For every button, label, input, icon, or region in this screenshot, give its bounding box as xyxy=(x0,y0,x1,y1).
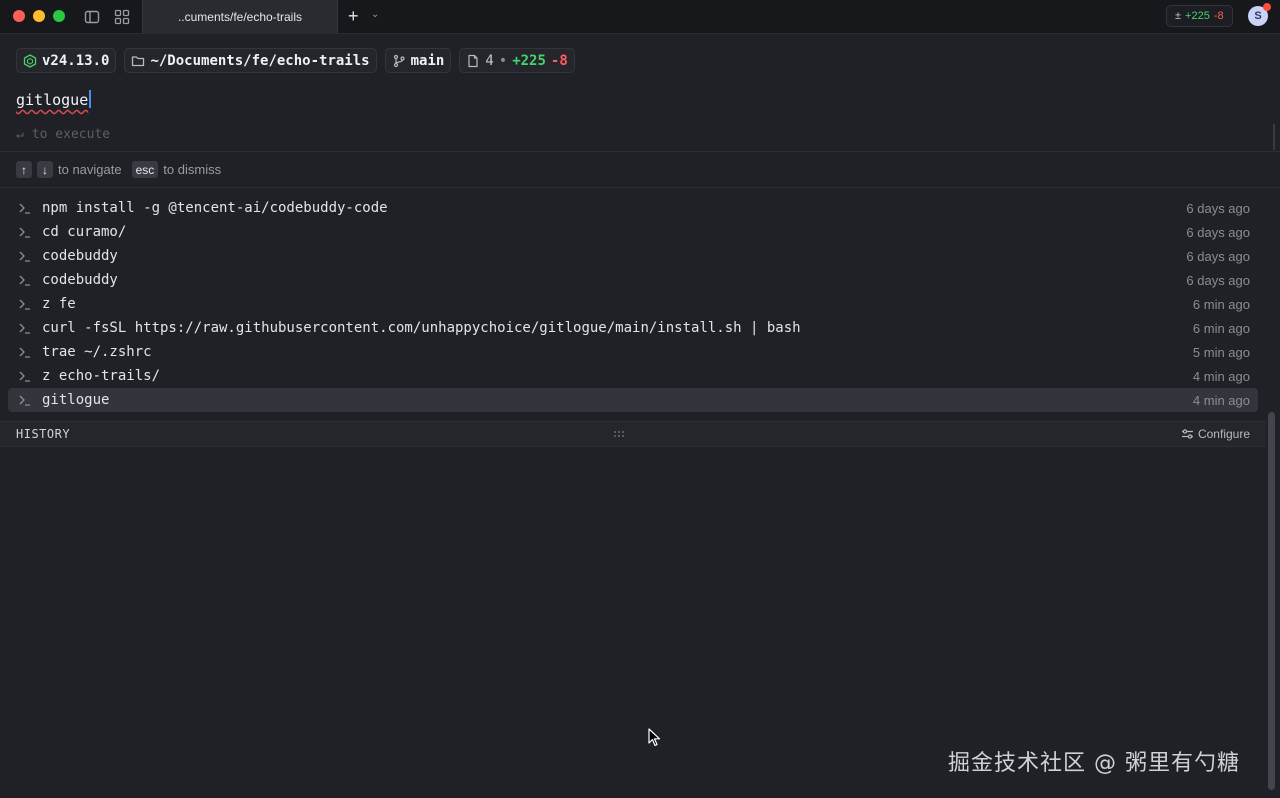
directory-chip[interactable]: ~/Documents/fe/echo-trails xyxy=(124,48,377,73)
scrollbar[interactable] xyxy=(1268,412,1275,790)
return-icon: ↵ xyxy=(16,127,24,142)
diff-stat-badge[interactable]: ± +225 -8 xyxy=(1166,5,1233,27)
terminal-prompt-icon xyxy=(19,203,30,214)
grid-view-icon[interactable] xyxy=(113,8,131,26)
directory-path: ~/Documents/fe/echo-trails xyxy=(150,52,370,69)
terminal-prompt-icon xyxy=(19,227,30,238)
maximize-window-button[interactable] xyxy=(53,10,65,22)
history-time: 6 min ago xyxy=(1192,320,1250,336)
history-panel-header: HISTORY Configure xyxy=(0,421,1266,447)
notification-dot xyxy=(1263,3,1271,11)
history-time: 4 min ago xyxy=(1192,392,1250,408)
history-time: 6 min ago xyxy=(1192,296,1250,312)
top-scrollbar[interactable] xyxy=(1273,124,1275,150)
history-time: 6 days ago xyxy=(1186,224,1250,240)
divider xyxy=(0,151,1280,152)
history-command: curl -fsSL https://raw.githubusercontent… xyxy=(42,320,801,336)
terminal-prompt-icon xyxy=(19,371,30,382)
history-row[interactable]: npm install -g @tencent-ai/codebuddy-cod… xyxy=(8,196,1258,220)
node-version-chip[interactable]: v24.13.0 xyxy=(16,48,117,73)
history-command: cd curamo/ xyxy=(42,224,127,240)
minimize-window-button[interactable] xyxy=(33,10,45,22)
title-bar: ..cuments/fe/echo-trails + ⌄ ± +225 -8 S xyxy=(0,0,1280,34)
terminal-prompt-icon xyxy=(19,323,30,334)
history-time: 6 days ago xyxy=(1186,248,1250,264)
configure-button[interactable]: Configure xyxy=(1181,427,1250,441)
execute-hint-text: to execute xyxy=(31,127,111,142)
history-row[interactable]: cd curamo/ 6 days ago xyxy=(8,220,1258,244)
terminal-prompt-icon xyxy=(19,299,30,310)
tab-title: ..cuments/fe/echo-trails xyxy=(177,10,303,24)
branch-chip[interactable]: main xyxy=(384,48,452,73)
branch-name: main xyxy=(410,52,445,69)
separator-dot: • xyxy=(498,52,508,69)
history-command: z echo-trails/ xyxy=(42,368,161,384)
watermark: 掘金技术社区 @ 粥里有勺糖 xyxy=(948,751,1240,776)
terminal-prompt-icon xyxy=(19,347,30,358)
history-command: gitlogue xyxy=(42,392,110,408)
command-input[interactable]: gitlogue xyxy=(16,90,92,109)
lines-added: +225 xyxy=(512,52,546,69)
history-time: 5 min ago xyxy=(1192,344,1250,360)
command-input-value: gitlogue xyxy=(16,91,89,109)
close-window-button[interactable] xyxy=(13,10,25,22)
navigation-hint: ↑ ↓ to navigate esc to dismiss xyxy=(16,161,221,178)
history-command: z fe xyxy=(42,296,76,312)
history-list: npm install -g @tencent-ai/codebuddy-cod… xyxy=(8,196,1258,412)
text-cursor xyxy=(89,90,92,108)
diff-added: +225 xyxy=(1185,10,1210,22)
history-time: 6 days ago xyxy=(1186,272,1250,288)
history-time: 4 min ago xyxy=(1192,368,1250,384)
diff-removed: -8 xyxy=(1213,10,1224,22)
configure-label: Configure xyxy=(1197,427,1250,441)
history-command: trae ~/.zshrc xyxy=(42,344,152,360)
history-command: npm install -g @tencent-ai/codebuddy-cod… xyxy=(42,200,388,216)
files-changed-count: 4 xyxy=(485,52,494,69)
drag-handle-icon[interactable] xyxy=(613,430,625,438)
up-arrow-key: ↑ xyxy=(16,161,32,178)
git-branch-icon xyxy=(393,54,405,67)
file-icon xyxy=(468,54,478,67)
diff-symbol: ± xyxy=(1175,10,1182,22)
dismiss-hint-text: to dismiss xyxy=(163,162,222,177)
history-time: 6 days ago xyxy=(1186,200,1250,216)
folder-icon xyxy=(132,55,145,66)
mouse-pointer-icon xyxy=(648,728,661,747)
terminal-prompt-icon xyxy=(19,395,30,406)
panel-title: HISTORY xyxy=(16,427,71,441)
history-command: codebuddy xyxy=(42,248,118,264)
terminal-prompt-icon xyxy=(19,251,30,262)
changes-chip[interactable]: 4 • +225 -8 xyxy=(459,48,575,73)
history-row[interactable]: trae ~/.zshrc 5 min ago xyxy=(8,340,1258,364)
divider xyxy=(0,187,1280,188)
terminal-prompt-icon xyxy=(19,275,30,286)
esc-key: esc xyxy=(131,161,159,178)
context-chips: v24.13.0 ~/Documents/fe/echo-trails main… xyxy=(16,48,575,73)
new-tab-plus-icon[interactable]: + xyxy=(348,6,359,26)
history-row[interactable]: z echo-trails/ 4 min ago xyxy=(8,364,1258,388)
navigate-hint-text: to navigate xyxy=(58,162,122,177)
node-version: v24.13.0 xyxy=(42,52,110,69)
nodejs-icon xyxy=(23,53,37,68)
lines-removed: -8 xyxy=(550,52,568,69)
history-row[interactable]: codebuddy 6 days ago xyxy=(8,268,1258,292)
history-row-selected[interactable]: gitlogue 4 min ago xyxy=(8,388,1258,412)
sliders-icon xyxy=(1181,429,1193,439)
execute-hint: ↵ to execute xyxy=(16,127,110,142)
avatar-initial: S xyxy=(1254,10,1262,22)
sidebar-toggle-icon[interactable] xyxy=(83,8,101,26)
history-row[interactable]: z fe 6 min ago xyxy=(8,292,1258,316)
new-tab-chevron-down-icon[interactable]: ⌄ xyxy=(371,9,379,20)
down-arrow-key: ↓ xyxy=(37,161,53,178)
history-command: codebuddy xyxy=(42,272,118,288)
tab-echo-trails[interactable]: ..cuments/fe/echo-trails xyxy=(142,0,338,34)
history-row[interactable]: codebuddy 6 days ago xyxy=(8,244,1258,268)
history-row[interactable]: curl -fsSL https://raw.githubusercontent… xyxy=(8,316,1258,340)
